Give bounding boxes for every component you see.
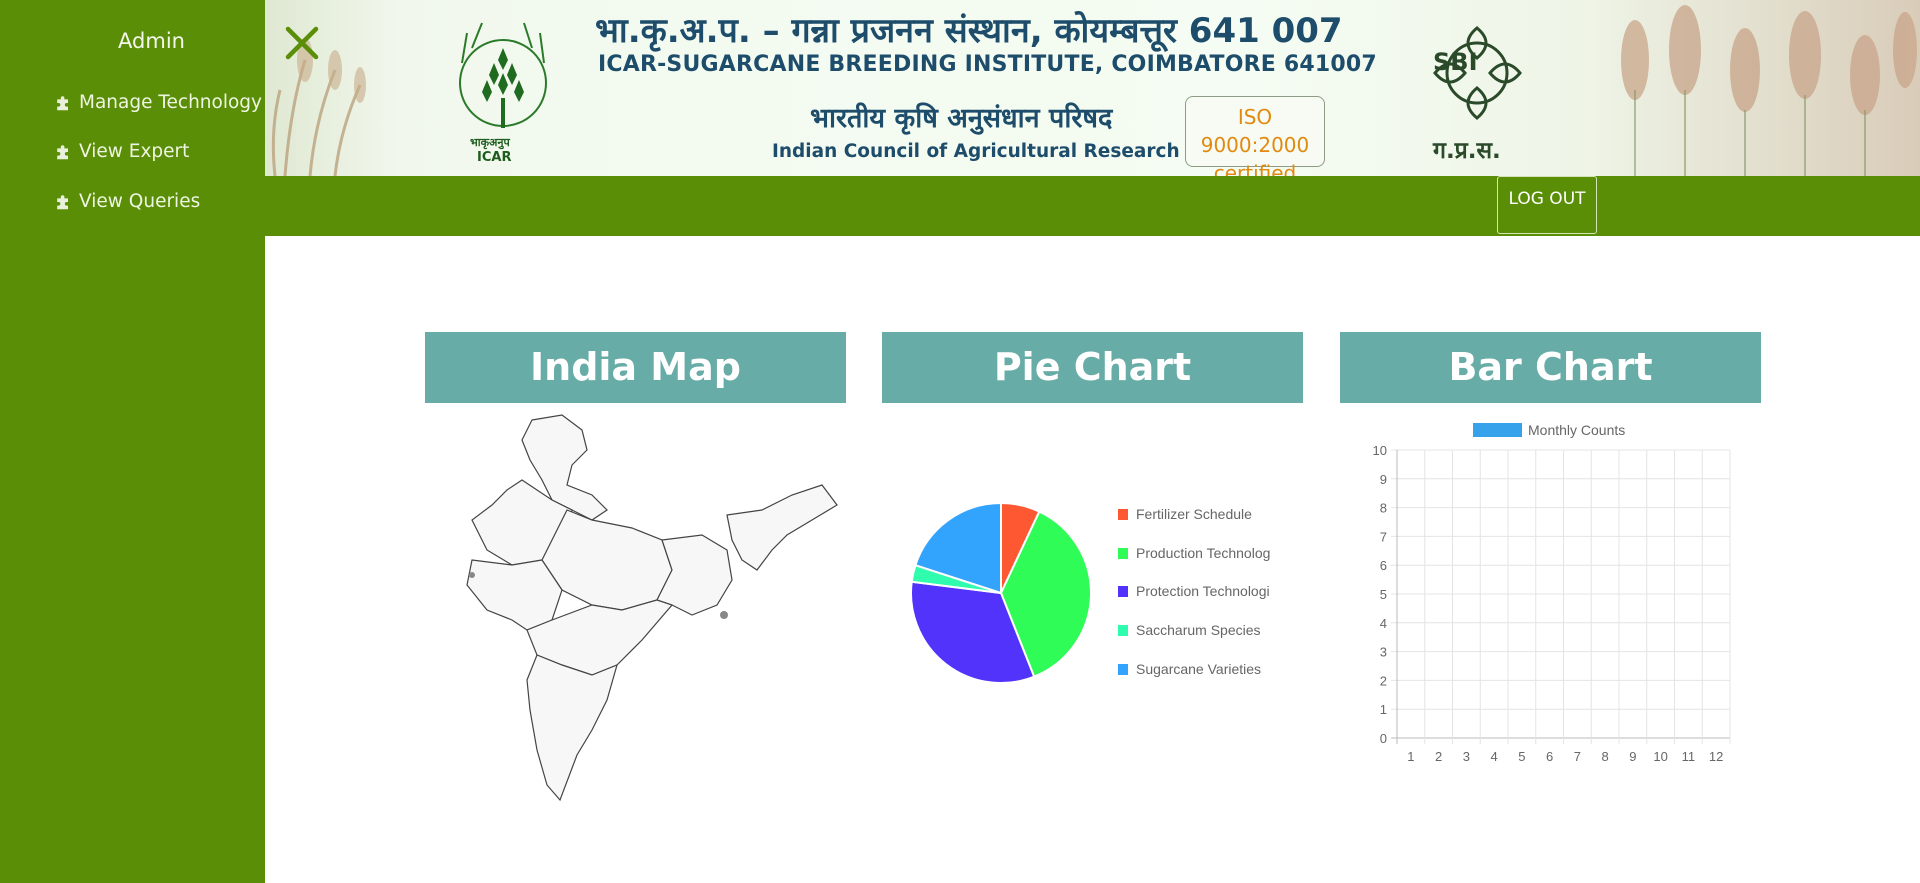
india-map[interactable] <box>442 410 842 810</box>
puzzle-icon <box>57 194 68 209</box>
banner-hindi-title: भा.कृ.अ.प. – गन्ना प्रजनन संस्थान, कोयम्… <box>595 11 1343 51</box>
sidebar-item-label: View Queries <box>79 191 201 212</box>
x-tick-label: 10 <box>1653 749 1667 764</box>
x-tick-label: 1 <box>1407 749 1414 764</box>
bar-legend-swatch[interactable] <box>1473 423 1522 437</box>
sbi-logo-text: SBI <box>1433 48 1478 76</box>
x-tick-label: 8 <box>1602 749 1609 764</box>
sidebar: Admin Manage Technology View Expert View… <box>0 0 265 883</box>
puzzle-icon <box>57 144 68 159</box>
bar-chart-title: Bar Chart <box>1340 332 1761 403</box>
iso-badge: ISO 9000:2000 certified <box>1185 96 1325 176</box>
pie-legend-item[interactable]: Saccharum Species <box>1118 622 1273 638</box>
legend-label: Saccharum Species <box>1136 622 1261 639</box>
pie-legend-item[interactable]: Sugarcane Varieties <box>1118 661 1273 677</box>
y-tick-label: 6 <box>1380 558 1387 573</box>
x-tick-label: 12 <box>1709 749 1723 764</box>
sidebar-title: Admin <box>118 29 185 53</box>
y-tick-label: 9 <box>1380 472 1387 487</box>
sbi-logo-subtext: ग.प्र.स. <box>1433 138 1501 164</box>
legend-swatch <box>1118 509 1128 520</box>
legend-label: Fertilizer Schedule <box>1136 506 1252 522</box>
header-banner: भाकृअनुप ICAR भा.कृ.अ.प. – गन्ना प्रजनन … <box>265 0 1920 176</box>
y-tick-label: 4 <box>1380 616 1387 631</box>
x-tick-label: 2 <box>1435 749 1442 764</box>
pie-legend-item[interactable]: Fertilizer Schedule <box>1118 506 1273 522</box>
legend-swatch <box>1118 547 1128 559</box>
pie-chart[interactable] <box>908 500 1094 686</box>
x-tick-label: 11 <box>1682 749 1696 764</box>
map-region-west[interactable] <box>466 559 563 631</box>
legend-label: Sugarcane Varieties <box>1136 660 1262 677</box>
y-tick-label: 3 <box>1380 645 1387 660</box>
map-region-northeast[interactable] <box>726 484 838 571</box>
y-tick-label: 5 <box>1380 587 1387 602</box>
legend-swatch <box>1118 625 1128 637</box>
x-tick-label: 7 <box>1574 749 1581 764</box>
iso-line1: ISO 9000:2000 <box>1200 105 1310 157</box>
y-tick-label: 1 <box>1380 702 1387 717</box>
banner-hindi-subtitle: भारतीय कृषि अनुसंधान परिषद <box>810 103 1113 134</box>
pie-chart-title: Pie Chart <box>882 332 1303 403</box>
sidebar-item-view-expert[interactable]: View Expert <box>54 141 189 162</box>
x-tick-label: 9 <box>1629 749 1636 764</box>
close-icon[interactable] <box>283 24 321 62</box>
bar-legend-label[interactable]: Monthly Counts <box>1528 422 1625 438</box>
legend-swatch <box>1118 663 1128 675</box>
top-navbar <box>265 176 1920 236</box>
legend-label: Protection Technologi <box>1136 583 1270 600</box>
y-tick-label: 10 <box>1373 443 1387 458</box>
iso-line2: certified <box>1213 161 1297 176</box>
x-tick-label: 6 <box>1546 749 1553 764</box>
pie-legend-item[interactable]: Protection Technologi <box>1118 583 1273 599</box>
x-tick-label: 4 <box>1491 749 1498 764</box>
legend-swatch <box>1118 586 1128 598</box>
y-tick-label: 7 <box>1380 529 1387 544</box>
pie-legend-item[interactable]: Production Technolog <box>1118 545 1273 561</box>
icar-logo-subtext: ICAR <box>477 150 512 165</box>
logout-button[interactable]: LOG OUT <box>1497 176 1597 234</box>
x-tick-label: 5 <box>1518 749 1525 764</box>
sidebar-item-label: Manage Technology <box>79 92 262 113</box>
sidebar-item-label: View Expert <box>79 141 190 162</box>
banner-english-title: ICAR-SUGARCANE BREEDING INSTITUTE, COIMB… <box>598 52 1377 77</box>
y-tick-label: 8 <box>1380 501 1387 516</box>
banner-english-subtitle: Indian Council of Agricultural Research <box>772 141 1180 162</box>
sidebar-item-view-queries[interactable]: View Queries <box>54 191 200 212</box>
sidebar-item-manage-technology[interactable]: Manage Technology <box>54 92 262 113</box>
map-region-central[interactable] <box>541 509 673 611</box>
icar-logo-text: भाकृअनुप <box>470 136 510 149</box>
india-map-title: India Map <box>425 332 846 403</box>
puzzle-icon <box>57 95 68 110</box>
bar-chart[interactable]: Monthly Counts0123456789101 2 3 4 5 6 7 8 9 10 11 1… <box>1340 415 1740 775</box>
y-tick-label: 2 <box>1380 673 1387 688</box>
map-region-south[interactable] <box>526 654 618 802</box>
grass-decoration-right <box>1621 5 1917 176</box>
x-tick-label: 3 <box>1463 749 1470 764</box>
legend-label: Production Technolog <box>1136 544 1271 561</box>
y-tick-label: 0 <box>1380 731 1387 746</box>
